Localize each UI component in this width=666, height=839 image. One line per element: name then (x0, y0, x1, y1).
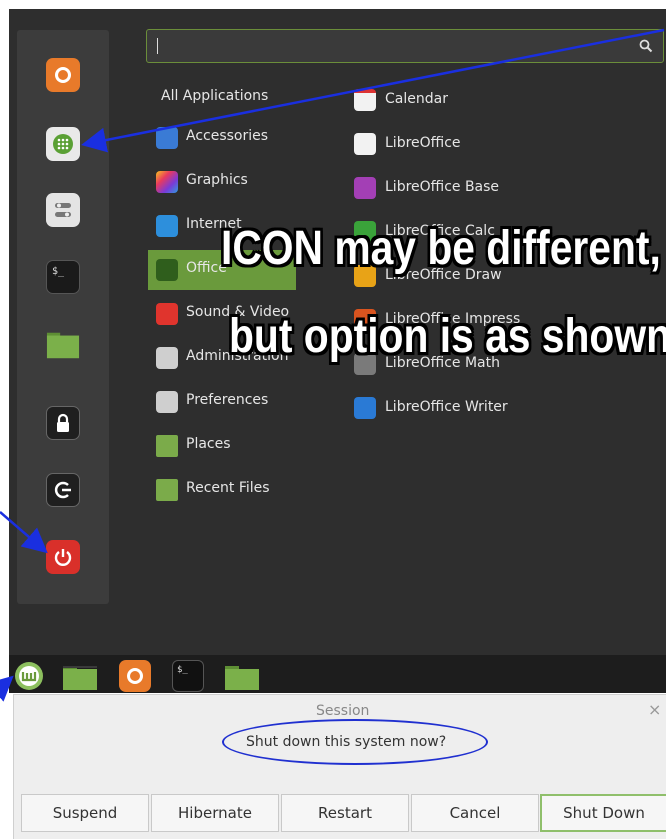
arrow-to-software-manager (81, 28, 665, 153)
annotation-arrows (0, 28, 665, 702)
arrow-to-power-button (0, 511, 48, 554)
arrow-to-menu-button (0, 675, 14, 702)
